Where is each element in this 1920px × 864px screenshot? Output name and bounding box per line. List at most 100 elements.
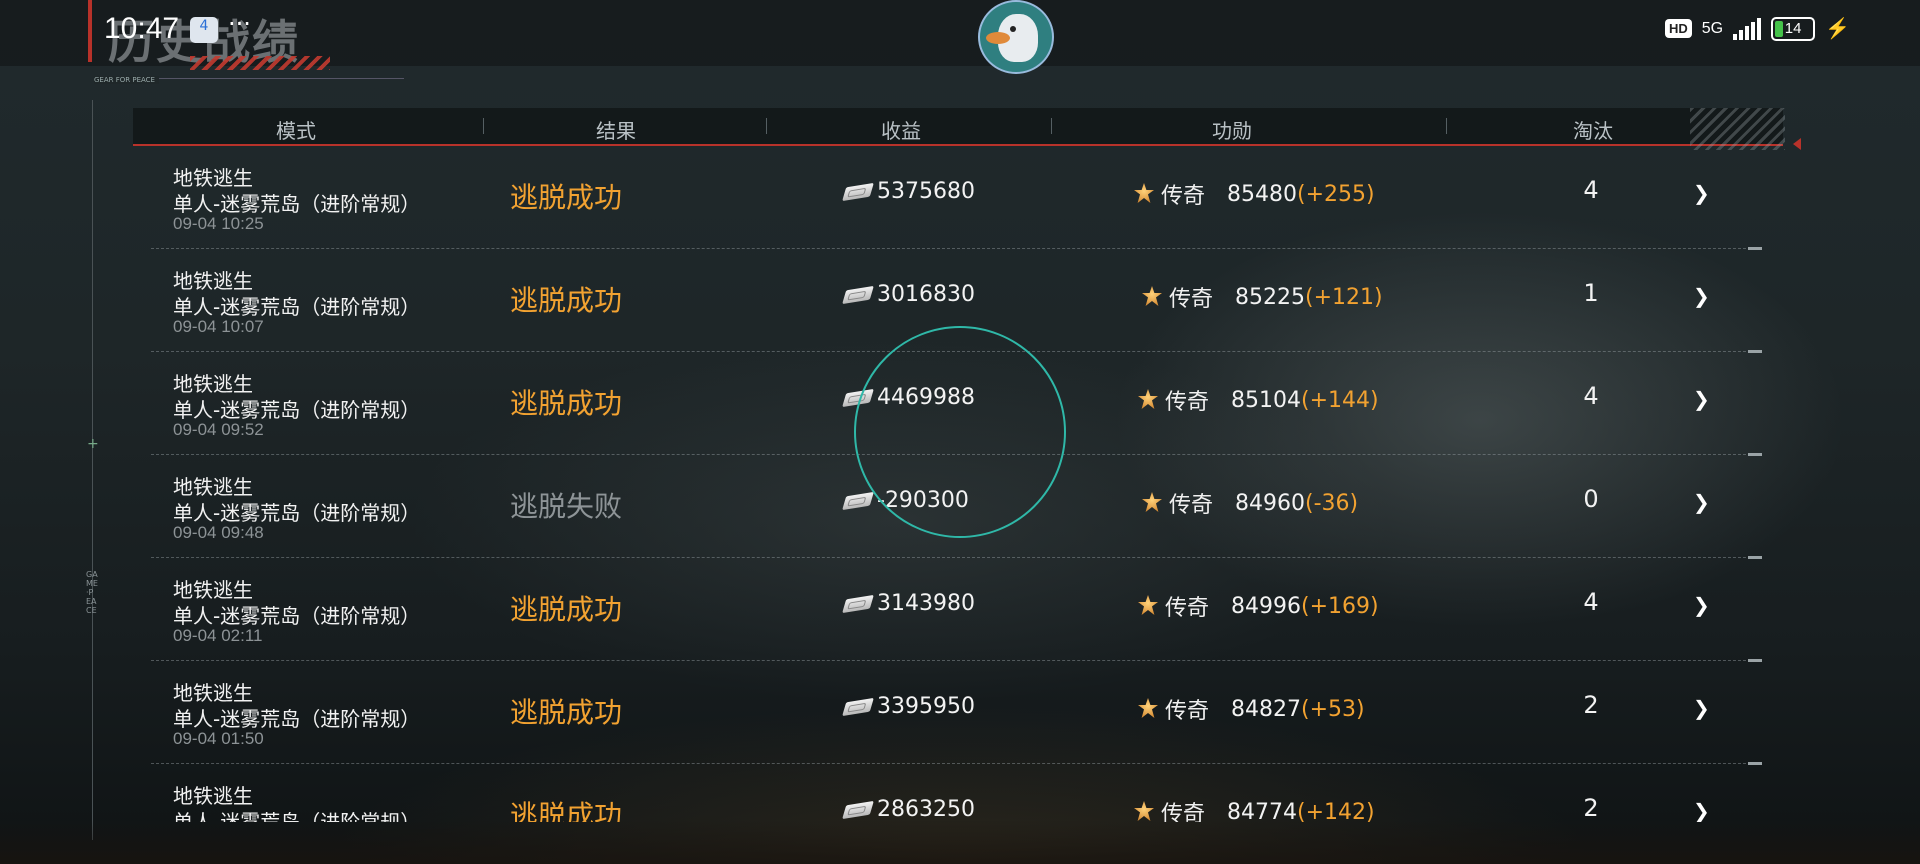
merit-delta: (+255) <box>1297 181 1375 207</box>
battery-icon: 14 <box>1771 16 1816 41</box>
header-separator <box>483 118 484 134</box>
chevron-right-icon[interactable]: ❯ <box>1693 388 1715 410</box>
chevron-right-icon[interactable]: ❯ <box>1693 800 1715 822</box>
map-name: 地铁逃生 <box>173 784 253 808</box>
status-more: ··· <box>228 10 251 38</box>
merit-score: 84960 <box>1235 490 1306 516</box>
avatar[interactable] <box>978 0 1054 74</box>
legend-rank-badge-icon <box>1139 284 1165 310</box>
match-time: 09-04 10:25 <box>173 214 264 233</box>
notification-badge-icon: 4 <box>190 17 218 43</box>
chevron-right-icon[interactable]: ❯ <box>1693 491 1715 513</box>
table-row[interactable]: 地铁逃生 单人-迷雾荒岛（进阶常规） 09-04 01:50 逃脱成功 3395… <box>133 661 1783 765</box>
table-row[interactable]: 地铁逃生 单人-迷雾荒岛（进阶常规） 逃脱成功 2863250 传奇 84774(… <box>133 764 1783 822</box>
merit-cell: 传奇 85104 (+144) <box>1135 384 1379 416</box>
merit-delta: (+144) <box>1301 387 1379 413</box>
table-row[interactable]: 地铁逃生 单人-迷雾荒岛（进阶常规） 09-04 10:25 逃脱成功 5375… <box>133 146 1783 250</box>
legend-rank-badge-icon <box>1139 490 1165 516</box>
eliminations-count: 2 <box>1583 691 1599 719</box>
cash-icon <box>842 182 874 201</box>
left-rail-line <box>92 100 93 840</box>
corner-triangle-icon <box>1793 138 1801 150</box>
cash-icon <box>842 285 874 304</box>
merit-cell: 传奇 85225 (+121) <box>1139 281 1383 313</box>
mode-name: 单人-迷雾荒岛（进阶常规） <box>173 295 421 319</box>
result-text: 逃脱成功 <box>509 593 623 626</box>
table-row[interactable]: 地铁逃生 单人-迷雾荒岛（进阶常规） 09-04 02:11 逃脱成功 3143… <box>133 558 1783 662</box>
earnings-value: 2863250 <box>877 797 975 822</box>
merit-cell: 传奇 84774 (+142) <box>1131 796 1375 823</box>
mode-name: 单人-迷雾荒岛（进阶常规） <box>173 501 421 525</box>
rank-name: 传奇 <box>1165 596 1210 621</box>
status-time: 10:47 <box>104 12 180 45</box>
mode-name: 单人-迷雾荒岛（进阶常规） <box>173 398 421 422</box>
result-text: 逃脱成功 <box>509 284 623 317</box>
table-header: 模式 结果 收益 功勋 淘汰 <box>133 108 1783 146</box>
earnings-cell: 3016830 <box>842 282 975 307</box>
legend-rank-badge-icon <box>1135 593 1161 619</box>
cash-icon <box>842 491 874 510</box>
rank-name: 传奇 <box>1161 802 1206 822</box>
chevron-right-icon[interactable]: ❯ <box>1693 285 1715 307</box>
merit-delta: (+169) <box>1301 593 1379 619</box>
cash-icon <box>842 800 874 819</box>
match-time: 09-04 10:07 <box>173 317 264 336</box>
battery-level: 14 <box>1784 19 1802 37</box>
title-accent-bar <box>88 0 92 62</box>
chevron-right-icon[interactable]: ❯ <box>1693 182 1715 204</box>
network-type: 5G <box>1701 19 1724 37</box>
chevron-right-icon[interactable]: ❯ <box>1693 594 1715 616</box>
result-text: 逃脱成功 <box>509 799 623 822</box>
col-merit: 功勋 <box>1212 119 1252 143</box>
header-separator <box>1051 118 1052 134</box>
mode-name: 单人-迷雾荒岛（进阶常规） <box>173 604 421 628</box>
earnings-cell: 5375680 <box>842 179 975 204</box>
earnings-value: 3016830 <box>877 282 975 307</box>
charging-icon: ⚡ <box>1825 18 1850 40</box>
match-time: 09-04 01:50 <box>173 729 264 748</box>
cash-icon <box>842 594 874 613</box>
merit-score: 85225 <box>1235 284 1306 310</box>
eliminations-count: 4 <box>1583 382 1599 410</box>
earnings-value: 3395950 <box>877 694 975 719</box>
earnings-value: 3143980 <box>877 591 975 616</box>
duck-eye <box>1010 26 1016 32</box>
duck-beak <box>986 32 1010 44</box>
legend-rank-badge-icon <box>1135 387 1161 413</box>
eliminations-count: 4 <box>1583 176 1599 204</box>
eliminations-count: 4 <box>1583 588 1599 616</box>
legend-rank-badge-icon <box>1131 799 1157 822</box>
rank-name: 传奇 <box>1161 184 1206 209</box>
merit-cell: 传奇 84996 (+169) <box>1135 590 1379 622</box>
rank-name: 传奇 <box>1169 287 1214 312</box>
mode-name: 单人-迷雾荒岛（进阶常规） <box>173 192 421 216</box>
merit-score: 84996 <box>1231 593 1302 619</box>
map-name: 地铁逃生 <box>173 475 253 499</box>
cash-icon <box>842 697 874 716</box>
bottom-fade <box>0 820 1920 864</box>
result-text: 逃脱失败 <box>509 490 623 523</box>
hd-icon: HD <box>1664 19 1692 38</box>
earnings-value: 5375680 <box>877 179 975 204</box>
legend-rank-badge-icon <box>1135 696 1161 722</box>
legend-rank-badge-icon <box>1131 181 1157 207</box>
match-time: 09-04 09:48 <box>173 523 264 542</box>
map-name: 地铁逃生 <box>173 269 253 293</box>
touch-indicator <box>854 326 1066 538</box>
col-result: 结果 <box>596 119 636 143</box>
merit-cell: 传奇 85480 (+255) <box>1131 178 1375 210</box>
merit-delta: (+53) <box>1301 696 1365 722</box>
page-subtitle: GEAR FOR PEACE <box>94 76 159 84</box>
chevron-right-icon[interactable]: ❯ <box>1693 697 1715 719</box>
match-time: 09-04 09:52 <box>173 420 264 439</box>
col-mode: 模式 <box>276 119 316 143</box>
earnings-cell: 2863250 <box>842 797 975 822</box>
rank-name: 传奇 <box>1165 699 1210 724</box>
result-text: 逃脱成功 <box>509 696 623 729</box>
rail-vertical-text: GAME·PEACE <box>86 570 98 615</box>
map-name: 地铁逃生 <box>173 578 253 602</box>
rail-plus-icon: + <box>87 436 99 452</box>
col-eliminations: 淘汰 <box>1573 119 1613 143</box>
header-stripes-decoration <box>1690 108 1785 150</box>
earnings-cell: 3395950 <box>842 694 975 719</box>
